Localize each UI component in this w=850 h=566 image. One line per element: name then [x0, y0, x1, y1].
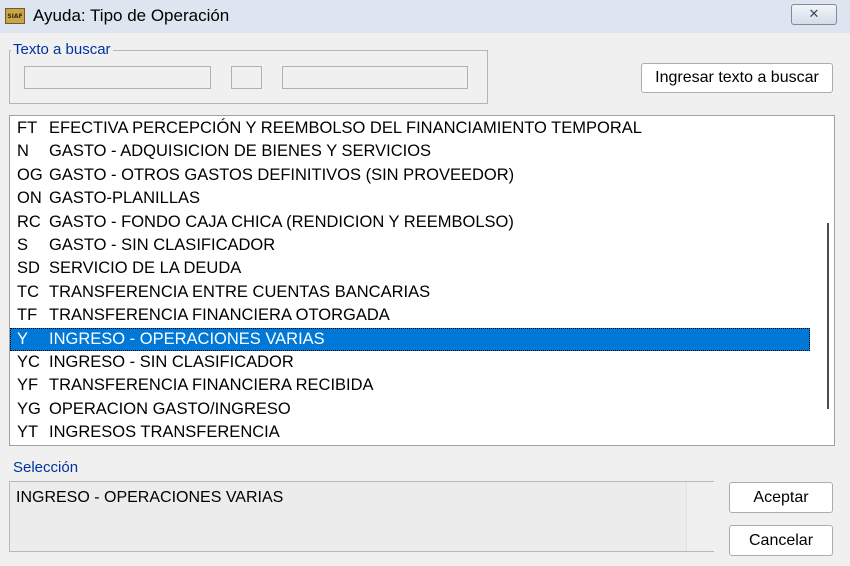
list-item-description: EFECTIVA PERCEPCIÓN Y REEMBOLSO DEL FINA… [49, 119, 642, 137]
list-item[interactable]: S GASTO - SIN CLASIFICADOR [10, 234, 810, 257]
list-item[interactable]: TF TRANSFERENCIA FINANCIERA OTORGADA [10, 304, 810, 327]
list-item-code: TF [17, 306, 38, 325]
list-item-description: INGRESOS TRANSFERENCIA [49, 423, 280, 442]
search-button[interactable]: Ingresar texto a buscar [641, 63, 833, 93]
siaf-app-icon: SIAF [5, 8, 25, 24]
list-item[interactable]: N GASTO - ADQUISICION DE BIENES Y SERVICI… [10, 140, 810, 163]
list-items: FT EFECTIVA PERCEPCIÓN Y REEMBOLSO DEL FI… [10, 117, 810, 444]
operation-type-list[interactable]: FT EFECTIVA PERCEPCIÓN Y REEMBOLSO DEL FI… [9, 115, 835, 446]
list-item[interactable]: YC INGRESO - SIN CLASIFICADOR [10, 351, 810, 374]
list-item-code: S [17, 235, 29, 254]
list-item[interactable]: RC GASTO - FONDO CAJA CHICA (RENDICION Y … [10, 211, 810, 234]
list-item-description: GASTO - SIN CLASIFICADOR [49, 235, 276, 254]
list-item-code: Y [17, 329, 29, 348]
list-item-description: SERVICIO DE LA DEUDA [49, 259, 242, 278]
list-item-description: GASTO-PLANILLAS [49, 189, 201, 208]
search-input-text[interactable] [24, 66, 211, 89]
list-item-description: TRANSFERENCIA ENTRE CUENTAS BANCARIAS [49, 282, 431, 301]
list-item-code: TC [17, 282, 39, 301]
list-item-description: GASTO - FONDO CAJA CHICA (RENDICION Y RE… [49, 212, 514, 231]
accept-button[interactable]: Aceptar [729, 482, 833, 513]
list-item-description: OPERACION GASTO/INGRESO [49, 399, 291, 418]
list-scrollbar[interactable] [818, 116, 834, 445]
search-input-short[interactable] [231, 66, 262, 89]
list-item[interactable]: SD SERVICIO DE LA DEUDA [10, 257, 810, 280]
list-item-description: TRANSFERENCIA FINANCIERA OTORGADA [49, 306, 390, 325]
list-item-code: YC [17, 352, 40, 371]
list-item[interactable]: Y INGRESO - OPERACIONES VARIAS [10, 327, 810, 351]
list-item[interactable]: YT INGRESOS TRANSFERENCIA [10, 421, 810, 444]
selection-label: Selección [13, 459, 79, 476]
list-item-code: YF [17, 376, 39, 395]
list-item[interactable]: TC TRANSFERENCIA ENTRE CUENTAS BANCARIAS [10, 281, 810, 304]
list-item-code: OG [17, 165, 43, 184]
list-item[interactable]: YG OPERACION GASTO/INGRESO [10, 398, 810, 421]
selection-value: INGRESO - OPERACIONES VARIAS [16, 489, 284, 506]
selection-scrollbar[interactable] [686, 482, 714, 551]
list-item-code: SD [17, 259, 40, 278]
list-item-description: INGRESO - SIN CLASIFICADOR [49, 352, 294, 371]
selection-textbox[interactable]: INGRESO - OPERACIONES VARIAS [9, 481, 714, 552]
list-item-description: TRANSFERENCIA FINANCIERA RECIBIDA [49, 376, 374, 395]
scrollbar-thumb[interactable] [827, 223, 829, 409]
list-item[interactable]: YF TRANSFERENCIA FINANCIERA RECIBIDA [10, 374, 810, 397]
list-item-description: INGRESO - OPERACIONES VARIAS [49, 329, 325, 348]
list-item[interactable]: ON GASTO-PLANILLAS [10, 187, 810, 210]
list-item-code: YG [17, 399, 41, 418]
list-item-description: GASTO - OTROS GASTOS DEFINITIVOS (SIN PR… [49, 165, 515, 184]
close-button[interactable]: ✕ [791, 4, 837, 25]
title-bar: SIAF Ayuda: Tipo de Operación ✕ [0, 0, 850, 33]
list-item-code: RC [17, 212, 41, 231]
window-title: Ayuda: Tipo de Operación [33, 6, 230, 25]
list-item-description: GASTO - ADQUISICION DE BIENES Y SERVICIO… [49, 142, 432, 161]
list-item-code: N [17, 142, 29, 161]
cancel-button[interactable]: Cancelar [729, 525, 833, 556]
search-input-extra[interactable] [282, 66, 468, 89]
list-item[interactable]: OG GASTO - OTROS GASTOS DEFINITIVOS (SIN … [10, 164, 810, 187]
list-item[interactable]: FT EFECTIVA PERCEPCIÓN Y REEMBOLSO DEL FI… [10, 117, 810, 140]
list-item-code: YT [17, 423, 39, 442]
list-item-code: FT [17, 119, 38, 137]
close-icon: ✕ [808, 7, 820, 22]
search-group-label: Texto a buscar [11, 41, 113, 58]
list-item-code: ON [17, 189, 42, 208]
